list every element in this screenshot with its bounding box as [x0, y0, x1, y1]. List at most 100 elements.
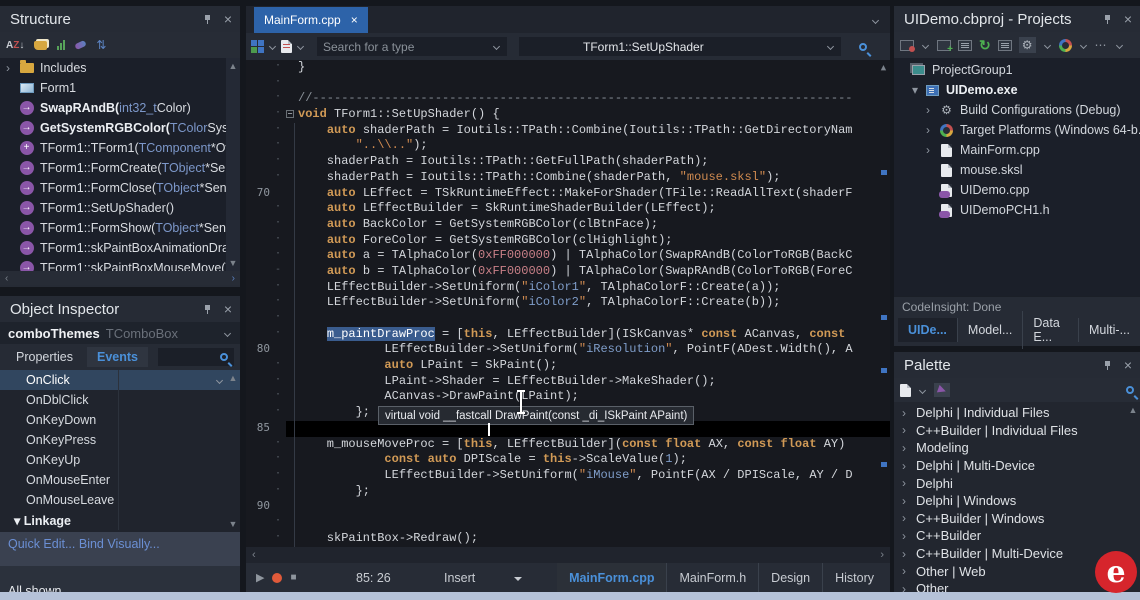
code-line[interactable]: 90 — [246, 499, 890, 515]
event-value[interactable] — [118, 510, 240, 530]
close-icon[interactable]: × — [1124, 12, 1132, 26]
palette-category[interactable]: ›Delphi | Multi-Device — [894, 457, 1140, 475]
event-row[interactable]: OnMouseLeave — [0, 490, 240, 510]
structure-item[interactable]: →TForm1::SetUpShader() — [0, 198, 240, 218]
code-line[interactable]: · auto a = TAlphaColor(0xFF000000) | TAl… — [246, 248, 890, 264]
new-project-icon[interactable] — [900, 40, 914, 51]
stats-bars-icon[interactable] — [57, 40, 65, 50]
palette-category[interactable]: ›Delphi | Individual Files — [894, 404, 1140, 422]
structure-item[interactable]: →GetSystemRGBColor(TColor Syst — [0, 118, 240, 138]
tab-properties[interactable]: Properties — [6, 347, 83, 367]
projects-tab[interactable]: Multi-... — [1078, 318, 1140, 342]
code-editor[interactable]: ·}··//----------------------------------… — [246, 60, 890, 547]
search-icon[interactable] — [859, 43, 867, 51]
project-tree-item[interactable]: ›⚙Build Configurations (Debug) — [894, 100, 1140, 120]
play-icon[interactable]: ▶ — [256, 571, 264, 584]
chevron-down-icon[interactable] — [922, 41, 929, 48]
structure-item[interactable]: →TForm1::FormClose(TObject *Send — [0, 178, 240, 198]
view-grid-icon[interactable] — [251, 40, 264, 53]
structure-item[interactable]: →TForm1::skPaintBoxMouseMove(T — [0, 258, 240, 271]
structure-item[interactable]: Form1 — [0, 78, 240, 98]
target-platform-icon[interactable] — [1059, 39, 1072, 52]
event-row[interactable]: OnDblClick — [0, 390, 240, 410]
fold-collapse-icon[interactable]: − — [286, 110, 294, 118]
structure-item[interactable]: ›Includes — [0, 58, 240, 78]
event-value[interactable] — [118, 370, 240, 390]
pin-icon[interactable] — [1103, 361, 1112, 370]
event-row[interactable]: OnMouseEnter — [0, 470, 240, 490]
projects-tab[interactable]: Data E... — [1022, 311, 1078, 349]
code-line[interactable]: · m_mouseMoveProc = [this, LEffectBuilde… — [246, 437, 890, 453]
editor-tab-mainform[interactable]: MainForm.cpp × — [254, 7, 368, 33]
record-icon[interactable] — [272, 573, 282, 583]
event-value[interactable] — [118, 410, 240, 430]
close-icon[interactable]: × — [224, 12, 232, 26]
details-icon[interactable] — [958, 40, 972, 51]
chevron-down-icon[interactable] — [1115, 41, 1122, 48]
code-line[interactable]: · auto LPaint = SkPaint(); — [246, 358, 890, 374]
method-navigator-combo[interactable]: TForm1::SetUpShader — [519, 37, 841, 56]
tab-list-chevron-icon[interactable] — [872, 17, 879, 24]
palette-vscrollbar[interactable]: ▲ — [1126, 402, 1140, 442]
project-tree-item[interactable]: ▾UIDemo.exe — [894, 80, 1140, 100]
component-cursor-icon[interactable] — [934, 383, 950, 397]
statusbar-tab-mainform-h[interactable]: MainForm.h — [666, 563, 758, 592]
brush-icon[interactable] — [34, 41, 47, 50]
structure-item[interactable]: →SwapRAndB(int32_t Color) — [0, 98, 240, 118]
inspector-search-input[interactable] — [158, 348, 234, 366]
code-line[interactable]: · skPaintBox->Redraw(); — [246, 531, 890, 547]
right-splitter[interactable] — [890, 0, 894, 592]
more-options-icon[interactable]: ⋯ — [1095, 38, 1108, 52]
structure-item[interactable]: →TForm1::FormCreate(TObject *Sen — [0, 158, 240, 178]
project-tree-item[interactable]: UIDemo.cpp — [894, 180, 1140, 200]
build-panel-icon[interactable] — [998, 40, 1012, 51]
tab-events[interactable]: Events — [87, 347, 148, 367]
projects-tab[interactable]: Model... — [957, 318, 1022, 342]
palette-category[interactable]: ›C++Builder | Windows — [894, 510, 1140, 528]
code-line[interactable]: 70 auto LEffect = TSkRuntimeEffect::Make… — [246, 186, 890, 202]
project-tree-item[interactable]: ProjectGroup1 — [894, 60, 1140, 80]
structure-vscrollbar[interactable]: ▲▼ — [226, 58, 240, 271]
project-tree-item[interactable]: ›Target Platforms (Windows 64-b... — [894, 120, 1140, 140]
structure-hscrollbar[interactable]: ‹› — [0, 271, 240, 285]
code-line[interactable]: · LEffectBuilder->SetUniform("iMouse", P… — [246, 468, 890, 484]
structure-item[interactable]: +TForm1::TForm1(TComponent *Ow — [0, 138, 240, 158]
palette-category[interactable]: ›Modeling — [894, 439, 1140, 457]
settings-icon[interactable]: ⚙ — [1019, 37, 1036, 53]
search-icon[interactable] — [1126, 386, 1134, 394]
code-line[interactable]: · const auto DPIScale = this->ScaleValue… — [246, 452, 890, 468]
code-line[interactable]: ·−void TForm1::SetUpShader() { — [246, 107, 890, 123]
code-line[interactable]: · LPaint->Shader = LEffectBuilder->MakeS… — [246, 374, 890, 390]
code-line[interactable]: · }; — [246, 484, 890, 500]
code-line[interactable]: · shaderPath = Ioutils::TPath::Combine(s… — [246, 170, 890, 186]
project-tree-item[interactable]: UIDemoPCH1.h — [894, 200, 1140, 220]
code-line[interactable]: · shaderPath = Ioutils::TPath::GetFullPa… — [246, 154, 890, 170]
project-tree-item[interactable]: ›MainForm.cpp — [894, 140, 1140, 160]
quick-edit-links[interactable]: Quick Edit... Bind Visually... — [0, 532, 240, 566]
chevron-down-icon[interactable] — [1043, 41, 1050, 48]
pen-icon[interactable] — [75, 40, 88, 50]
pin-icon[interactable] — [203, 15, 212, 24]
add-file-icon[interactable] — [937, 40, 951, 51]
structure-item[interactable]: →TForm1::FormShow(TObject *Send — [0, 218, 240, 238]
refresh-icon[interactable]: ↻ — [979, 37, 991, 54]
editor-hscrollbar[interactable]: ‹› — [246, 547, 890, 563]
close-icon[interactable]: × — [224, 302, 232, 316]
type-search-input[interactable]: Search for a type — [317, 37, 507, 56]
event-row[interactable]: ▾ Linkage — [0, 510, 240, 530]
chevron-down-icon[interactable] — [1079, 41, 1086, 48]
statusbar-tab-history[interactable]: History — [822, 563, 886, 592]
event-row[interactable]: OnKeyDown — [0, 410, 240, 430]
code-line[interactable]: · auto shaderPath = Ioutils::TPath::Comb… — [246, 123, 890, 139]
code-line[interactable]: · — [246, 311, 890, 327]
code-line[interactable]: ·//-------------------------------------… — [246, 91, 890, 107]
code-line[interactable]: · — [246, 515, 890, 531]
new-item-icon[interactable] — [900, 384, 911, 397]
palette-category[interactable]: ›C++Builder | Individual Files — [894, 422, 1140, 440]
sort-updown-icon[interactable]: ⇅ — [96, 38, 106, 52]
statusbar-tab-mainform-cpp[interactable]: MainForm.cpp — [557, 563, 666, 592]
chevron-down-icon[interactable] — [919, 386, 926, 393]
event-value[interactable] — [118, 430, 240, 450]
palette-category[interactable]: ›C++Builder — [894, 527, 1140, 545]
event-row[interactable]: OnKeyPress — [0, 430, 240, 450]
